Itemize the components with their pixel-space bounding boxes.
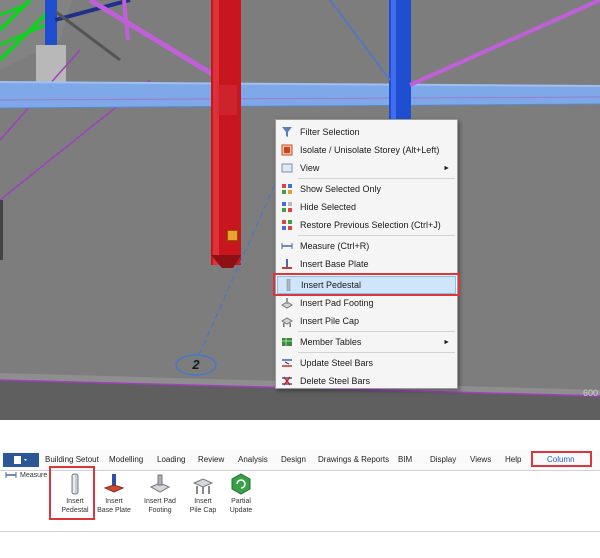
highlight-box-ribbon-pedestal (49, 466, 95, 520)
snap-marker-icon (227, 230, 238, 241)
tab-design[interactable]: Design (281, 455, 306, 464)
restore-selection-icon (280, 218, 294, 232)
view-icon (280, 161, 294, 175)
isolate-icon (280, 143, 294, 157)
menu-item-label: Hide Selected (300, 202, 357, 212)
show-selected-icon (280, 182, 294, 196)
menu-item-filter-selection[interactable]: Filter Selection (277, 123, 456, 141)
menu-item-hide-selected[interactable]: Hide Selected (277, 198, 456, 216)
filter-icon (280, 125, 294, 139)
measure-button[interactable]: Measure (5, 471, 47, 479)
highlight-box-column-tab (531, 451, 592, 467)
update-bars-icon (280, 356, 294, 370)
hide-selected-icon (280, 200, 294, 214)
ribbon-button-label: Partial Update (229, 498, 253, 514)
tab-analysis[interactable]: Analysis (238, 455, 268, 464)
tab-display[interactable]: Display (430, 455, 456, 464)
ribbon-button-label: Insert Pad Footing (144, 498, 176, 514)
member-tables-icon (280, 335, 294, 349)
menu-item-insert-pile-cap[interactable]: Insert Pile Cap (277, 312, 456, 330)
pad-footing-icon (149, 474, 171, 493)
ribbon-button-label: Insert Base Plate (97, 498, 131, 514)
menu-item-label: Insert Pad Footing (300, 298, 374, 308)
partial-update-button[interactable]: Partial Update (218, 471, 264, 523)
menu-item-label: View (300, 163, 320, 173)
highlight-box-menu (273, 273, 460, 296)
base-plate-icon (103, 474, 125, 493)
tab-drawings-reports[interactable]: Drawings & Reports (318, 455, 389, 464)
pad-footing-icon (280, 296, 294, 310)
measure-label: Measure (20, 471, 48, 479)
menu-item-label: Delete Steel Bars (300, 376, 371, 386)
menu-item-label: Show Selected Only (300, 184, 382, 194)
menu-item-restore-previous-selection[interactable]: Restore Previous Selection (Ctrl+J) (277, 216, 456, 234)
menu-item-label: Restore Previous Selection (Ctrl+J) (300, 220, 441, 230)
menu-item-label: Insert Pile Cap (300, 316, 360, 326)
menu-item-delete-steel-bars[interactable]: Delete Steel Bars (277, 372, 456, 390)
menu-item-insert-base-plate[interactable]: Insert Base Plate (277, 255, 456, 273)
tab-views[interactable]: Views (470, 455, 491, 464)
menu-item-label: Filter Selection (300, 127, 360, 137)
menu-item-label: Member Tables (300, 337, 362, 347)
menu-separator (298, 178, 455, 179)
submenu-arrow-icon: ► (443, 338, 450, 346)
menu-item-member-tables[interactable]: Member Tables ► (277, 333, 456, 351)
context-menu: Filter Selection Isolate / Unisolate Sto… (275, 119, 458, 389)
menu-item-update-steel-bars[interactable]: Update Steel Bars (277, 354, 456, 372)
insert-base-plate-button[interactable]: Insert Base Plate (91, 471, 137, 523)
menu-separator (298, 352, 455, 353)
measure-icon (280, 239, 294, 253)
tab-review[interactable]: Review (198, 455, 224, 464)
tab-loading[interactable]: Loading (157, 455, 185, 464)
menu-item-label: Insert Base Plate (300, 259, 369, 269)
menu-separator (298, 235, 455, 236)
delete-bars-icon (280, 374, 294, 388)
menu-item-insert-pad-footing[interactable]: Insert Pad Footing (277, 294, 456, 312)
file-menu-button[interactable] (3, 453, 39, 467)
tab-modelling[interactable]: Modelling (109, 455, 143, 464)
menu-item-label: Update Steel Bars (300, 358, 374, 368)
menu-separator (298, 331, 455, 332)
submenu-arrow-icon: ► (443, 164, 450, 172)
pile-cap-icon (280, 314, 294, 328)
measure-icon (5, 472, 17, 478)
menu-item-view[interactable]: View ► (277, 159, 456, 177)
tab-help[interactable]: Help (505, 455, 521, 464)
pile-cap-icon (192, 478, 214, 494)
menu-item-show-selected-only[interactable]: Show Selected Only (277, 180, 456, 198)
app-menu-icon (14, 456, 27, 464)
tab-building-setout[interactable]: Building Setout (45, 455, 99, 464)
partial-update-icon (231, 473, 251, 495)
menu-item-isolate-storey[interactable]: Isolate / Unisolate Storey (Alt+Left) (277, 141, 456, 159)
menu-item-label: Measure (Ctrl+R) (300, 241, 370, 251)
insert-pad-footing-button[interactable]: Insert Pad Footing (137, 471, 183, 523)
base-plate-icon (280, 257, 294, 271)
menu-item-measure[interactable]: Measure (Ctrl+R) (277, 237, 456, 255)
menu-item-label: Isolate / Unisolate Storey (Alt+Left) (300, 145, 440, 155)
coordinate-readout: 600 (582, 388, 598, 398)
tab-bim[interactable]: BIM (398, 455, 412, 464)
grid-bubble-label: 2 (192, 357, 200, 372)
